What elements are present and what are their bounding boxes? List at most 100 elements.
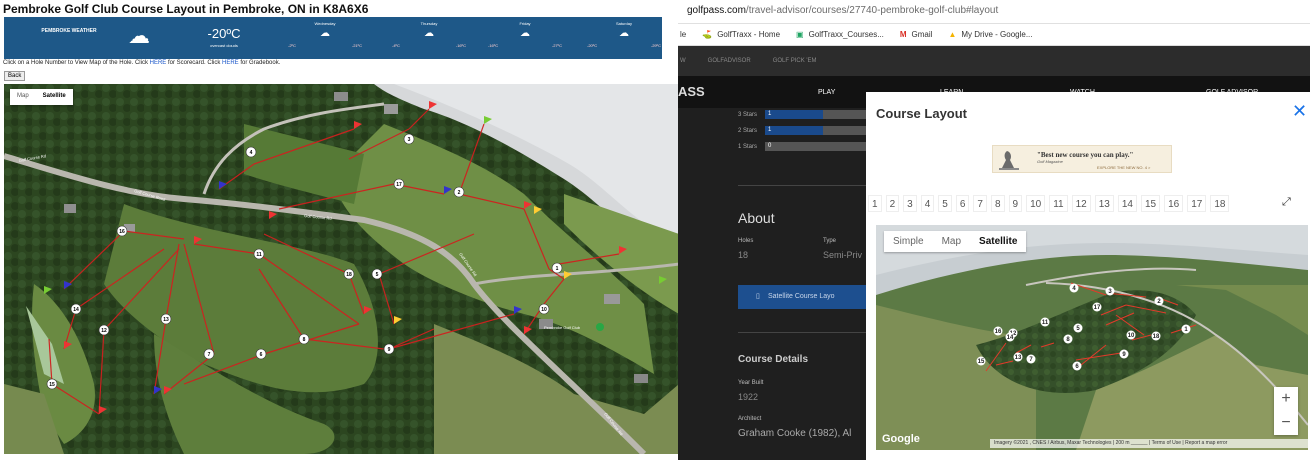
map-hole-marker-16[interactable]: 16 — [993, 326, 1003, 336]
map-hole-marker-6[interactable]: 6 — [1072, 361, 1082, 371]
close-icon[interactable]: ✕ — [1292, 102, 1307, 120]
divider — [738, 332, 868, 333]
map-hole-marker-11[interactable]: 11 — [1040, 317, 1050, 327]
site-logo[interactable]: ASS — [678, 84, 705, 99]
forecast-high: -20ºC — [587, 43, 598, 48]
hole-tab-13[interactable]: 13 — [1094, 195, 1114, 212]
hole-marker-15[interactable]: 15 — [46, 378, 58, 390]
map-hole-marker-2[interactable]: 2 — [1154, 296, 1164, 306]
bookmark-golftraxx-courses[interactable]: ▣ GolfTraxx_Courses... — [796, 30, 884, 39]
bookmark-label: GolfTraxx_Courses... — [808, 30, 884, 39]
snow-cloud-icon: ☁ — [424, 28, 434, 39]
hole-marker-18[interactable]: 18 — [343, 268, 355, 280]
hole-tab-15[interactable]: 15 — [1140, 195, 1161, 212]
satellite-button[interactable]: Satellite — [970, 231, 1026, 252]
map-hole-marker-17[interactable]: 17 — [1092, 302, 1102, 312]
hole-marker-6[interactable]: 6 — [255, 348, 267, 360]
hole-marker-16[interactable]: 16 — [116, 225, 128, 237]
satellite-button[interactable]: Satellite — [36, 89, 73, 105]
map-hole-marker-15[interactable]: 15 — [976, 356, 986, 366]
hole-tab-11[interactable]: 11 — [1049, 195, 1068, 212]
satellite-map[interactable]: Golf Course Road Golf Course Rd Golf Cou… — [4, 84, 678, 454]
hole-marker-13[interactable]: 13 — [160, 313, 172, 325]
snow-cloud-icon: ☁ — [520, 28, 530, 39]
gradebook-link[interactable]: HERE — [222, 60, 239, 66]
hole-tab-4[interactable]: 4 — [920, 195, 935, 212]
map-hole-marker-4[interactable]: 4 — [1069, 283, 1079, 293]
hole-marker-1[interactable]: 1 — [551, 262, 563, 274]
map-hole-marker-18[interactable]: 18 — [1151, 331, 1161, 341]
map-type-toggle: Simple Map Satellite — [884, 231, 1027, 252]
hole-marker-7[interactable]: 7 — [203, 348, 215, 360]
hole-marker-4[interactable]: 4 — [245, 146, 257, 158]
course-layout-modal: Course Layout ✕ "Best new course you can… — [866, 92, 1310, 460]
map-hole-marker-8[interactable]: 8 — [1063, 334, 1073, 344]
hole-marker-8[interactable]: 8 — [298, 333, 310, 345]
hole-tab-5[interactable]: 5 — [938, 195, 952, 212]
hole-marker-11[interactable]: 11 — [253, 248, 265, 260]
zoom-out-button[interactable]: − — [1274, 411, 1298, 435]
hole-tab-9[interactable]: 9 — [1008, 195, 1023, 212]
hole-tab-2[interactable]: 2 — [885, 195, 900, 212]
svg-text:1: 1 — [556, 266, 559, 272]
right-browser-window: golfpass.com/travel-advisor/courses/2774… — [678, 0, 1310, 460]
map-hole-marker-3[interactable]: 3 — [1105, 286, 1115, 296]
bookmark-golftraxx-home[interactable]: ⛳ GolfTraxx - Home — [702, 30, 780, 39]
map-hole-marker-10[interactable]: 10 — [1126, 330, 1136, 340]
map-attribution[interactable]: Imagery ©2021 , CNES / Airbus, Maxar Tec… — [990, 439, 1308, 448]
golftraxx-icon: ⛳ — [702, 30, 713, 39]
map-hole-marker-5[interactable]: 5 — [1073, 323, 1083, 333]
nav-play[interactable]: PLAY — [818, 89, 835, 96]
bookmark-gmail[interactable]: M Gmail — [900, 30, 933, 39]
rating-bar: 0 — [765, 142, 881, 151]
hole-marker-17[interactable]: 17 — [393, 178, 405, 190]
hole-tab-7[interactable]: 7 — [973, 195, 987, 212]
address-bar[interactable]: golfpass.com/travel-advisor/courses/2774… — [678, 0, 1310, 24]
hole-tab-18[interactable]: 18 — [1210, 195, 1230, 212]
weather-condition: overcast clouds — [210, 43, 238, 48]
advertisement-banner[interactable]: "Best new course you can play." Golf Mag… — [992, 145, 1172, 173]
hole-marker-12[interactable]: 12 — [98, 324, 110, 336]
hole-tab-1[interactable]: 1 — [868, 195, 882, 212]
svg-text:6: 6 — [260, 352, 263, 358]
zoom-in-button[interactable]: + — [1274, 387, 1298, 411]
hole-marker-14[interactable]: 14 — [70, 303, 82, 315]
svg-text:3: 3 — [408, 137, 411, 143]
subnav-item[interactable]: W — [680, 58, 686, 64]
subnav-item[interactable]: GOLF PICK 'EM — [773, 58, 817, 64]
map-button[interactable]: Map — [933, 231, 970, 252]
map-hole-marker-14[interactable]: 14 — [1005, 332, 1015, 342]
map-hole-marker-9[interactable]: 9 — [1119, 349, 1129, 359]
map-hole-marker-13[interactable]: 13 — [1013, 352, 1023, 362]
bookmark-label: GolfTraxx - Home — [717, 30, 781, 39]
map-hole-marker-1[interactable]: 1 — [1181, 324, 1191, 334]
hole-marker-10[interactable]: 10 — [538, 303, 550, 315]
hole-tab-16[interactable]: 16 — [1164, 195, 1184, 212]
map-button[interactable]: Map — [10, 89, 36, 105]
hole-tab-17[interactable]: 17 — [1187, 195, 1207, 212]
map-hole-marker-7[interactable]: 7 — [1026, 354, 1036, 364]
hole-tab-14[interactable]: 14 — [1117, 195, 1137, 212]
subnav-item[interactable]: GOLFADVISOR — [708, 58, 751, 64]
back-button[interactable]: Back — [4, 71, 26, 81]
hole-marker-9[interactable]: 9 — [383, 343, 395, 355]
hole-tab-3[interactable]: 3 — [903, 195, 917, 212]
hole-marker-5[interactable]: 5 — [371, 268, 383, 280]
hole-marker-2[interactable]: 2 — [453, 186, 465, 198]
satellite-course-layout-button[interactable]: ▯ Satellite Course Layo — [738, 285, 868, 309]
course-satellite-map[interactable]: 123456789101112131415161718 Simple Map S… — [876, 225, 1308, 450]
hole-marker-3[interactable]: 3 — [403, 133, 415, 145]
scorecard-link[interactable]: HERE — [150, 60, 167, 66]
svg-text:11: 11 — [1042, 320, 1049, 326]
hole-tab-12[interactable]: 12 — [1071, 195, 1091, 212]
bookmark-my-drive[interactable]: ▲ My Drive - Google... — [948, 30, 1032, 39]
hole-tab-8[interactable]: 8 — [990, 195, 1005, 212]
cloud-icon: ☁ — [128, 23, 150, 48]
hole-tab-6[interactable]: 6 — [955, 195, 970, 212]
simple-button[interactable]: Simple — [884, 231, 933, 252]
rating-bar-fill — [765, 126, 823, 135]
rating-count: 1 — [768, 127, 772, 133]
svg-text:11: 11 — [256, 252, 262, 258]
hole-tab-10[interactable]: 10 — [1026, 195, 1046, 212]
expand-icon[interactable]: ⤢ — [1282, 196, 1291, 209]
